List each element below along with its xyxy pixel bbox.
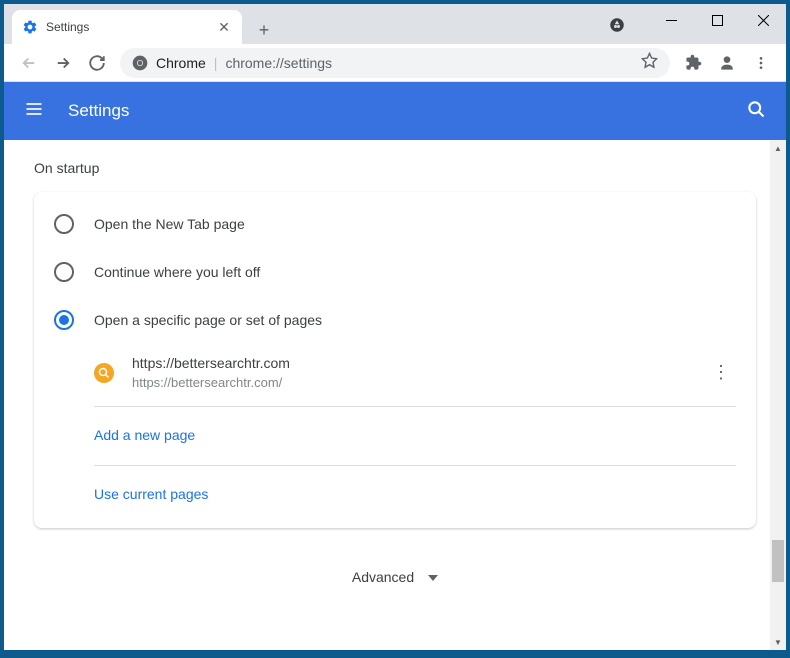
close-window-button[interactable] (740, 4, 786, 36)
startup-pages-list: https://bettersearchtr.com https://bette… (34, 344, 756, 402)
radio-icon (54, 262, 74, 282)
address-bar[interactable]: Chrome | chrome://settings (120, 48, 670, 78)
back-button[interactable] (12, 46, 46, 80)
page-title: https://bettersearchtr.com (132, 354, 706, 374)
maximize-button[interactable] (694, 4, 740, 36)
chrome-icon (132, 55, 148, 71)
reload-button[interactable] (80, 46, 114, 80)
settings-header: Settings (4, 82, 786, 140)
radio-label: Open a specific page or set of pages (94, 312, 322, 328)
scrollbar[interactable]: ▲ ▼ (770, 140, 786, 650)
startup-card: Open the New Tab page Continue where you… (34, 192, 756, 528)
settings-title: Settings (68, 101, 129, 121)
divider (94, 406, 736, 407)
omnibox-text: Chrome | chrome://settings (156, 55, 332, 71)
radio-label: Open the New Tab page (94, 216, 245, 232)
new-tab-button[interactable]: + (250, 16, 278, 44)
radio-label: Continue where you left off (94, 264, 260, 280)
minimize-button[interactable] (648, 4, 694, 36)
bookmark-star-icon[interactable] (641, 52, 658, 74)
settings-gear-icon (22, 19, 38, 35)
radio-icon-selected (54, 310, 74, 330)
add-page-link[interactable]: Add a new page (34, 411, 756, 461)
page-menu-button[interactable]: ⋮ (706, 362, 736, 383)
profile-button[interactable] (710, 46, 744, 80)
startup-page-item: https://bettersearchtr.com https://bette… (94, 344, 756, 402)
scroll-up-icon[interactable]: ▲ (770, 140, 786, 156)
use-current-pages-link[interactable]: Use current pages (34, 470, 756, 520)
radio-option-continue[interactable]: Continue where you left off (34, 248, 756, 296)
section-title: On startup (34, 160, 756, 176)
tab-settings[interactable]: Settings ✕ (12, 10, 242, 44)
scrollbar-thumb[interactable] (772, 540, 784, 582)
tab-title: Settings (46, 20, 216, 34)
toolbar: Chrome | chrome://settings (4, 44, 786, 82)
incognito-icon (608, 16, 626, 39)
advanced-toggle[interactable]: Advanced (34, 528, 756, 606)
chevron-down-icon (428, 568, 438, 586)
menu-button[interactable] (744, 46, 778, 80)
radio-option-specific-pages[interactable]: Open a specific page or set of pages (34, 296, 756, 344)
hamburger-menu-button[interactable] (24, 99, 44, 124)
page-url: https://bettersearchtr.com/ (132, 374, 706, 392)
favicon-icon (94, 363, 114, 383)
tab-close-button[interactable]: ✕ (216, 19, 232, 35)
forward-button[interactable] (46, 46, 80, 80)
window-controls (648, 4, 786, 36)
radio-option-new-tab[interactable]: Open the New Tab page (34, 200, 756, 248)
radio-icon (54, 214, 74, 234)
browser-window: Settings ✕ + Chrome | chrome://settings (4, 4, 786, 650)
extensions-button[interactable] (676, 46, 710, 80)
divider (94, 465, 736, 466)
scroll-down-icon[interactable]: ▼ (770, 634, 786, 650)
search-button[interactable] (746, 99, 766, 124)
content-area: PC risk.com On startup Open the New Tab … (4, 140, 786, 650)
